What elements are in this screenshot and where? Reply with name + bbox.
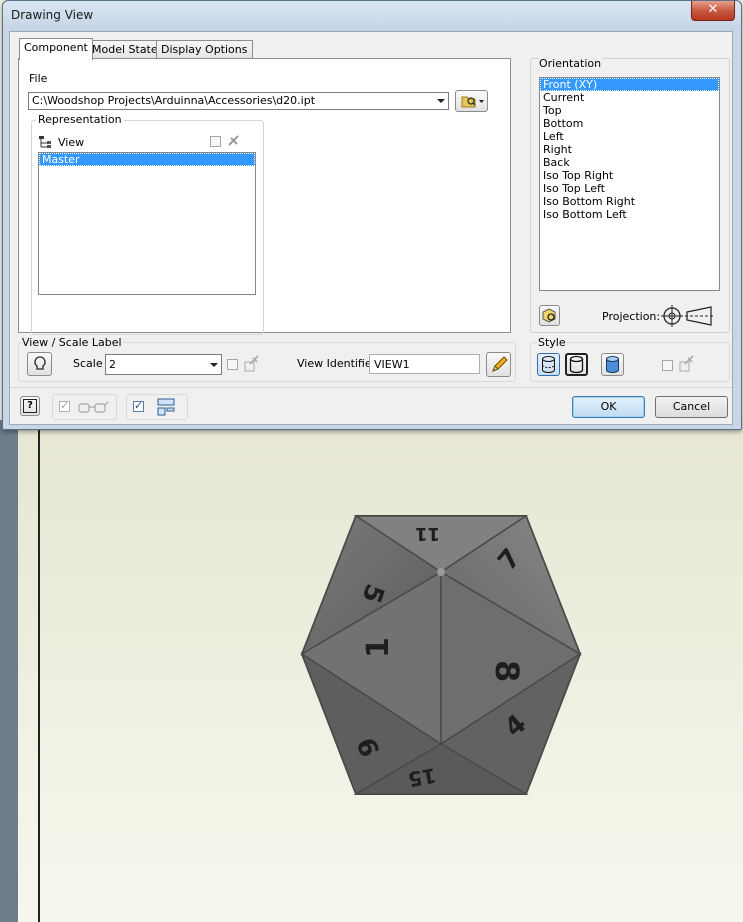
preview-checkbox[interactable] <box>59 399 70 412</box>
ok-button[interactable]: OK <box>572 396 645 418</box>
custom-view-icon <box>542 308 556 323</box>
window-title: Drawing View <box>11 8 94 22</box>
glasses-icon <box>78 401 109 413</box>
orientation-label: Orientation <box>538 57 603 70</box>
close-button[interactable]: ✕ <box>691 1 735 21</box>
file-label: File <box>29 72 48 85</box>
list-item[interactable]: Iso Bottom Right <box>540 195 719 208</box>
sheet-border-line <box>38 420 40 922</box>
list-item[interactable]: Master <box>39 153 255 166</box>
pencil-icon <box>491 356 508 372</box>
cylinder-hidden-lines-icon <box>542 356 555 373</box>
list-item[interactable]: Back <box>540 156 719 169</box>
scale-value: 2 <box>109 358 116 371</box>
view-identifier-input[interactable]: VIEW1 <box>369 354 480 374</box>
folder-search-icon <box>461 96 484 108</box>
help-button[interactable]: ? <box>20 396 40 416</box>
die-number: 8 <box>488 660 526 682</box>
projection-label: Projection: <box>602 310 661 323</box>
lightbulb-icon <box>33 356 46 370</box>
style-from-base-checkbox[interactable] <box>662 360 673 371</box>
edit-view-checkbox[interactable] <box>133 399 144 412</box>
style-hidden-lines-button[interactable] <box>537 353 560 376</box>
list-item[interactable]: Bottom <box>540 117 719 130</box>
style-hidden-lines-removed-button[interactable] <box>565 353 588 376</box>
list-item[interactable]: Left <box>540 130 719 143</box>
die-number: 15 <box>406 763 438 791</box>
d20-preview: 5 7 1 8 6 4 15 11 <box>300 514 582 796</box>
cylinder-shaded-icon <box>606 356 619 373</box>
view-identifier-label: View Identifier <box>297 357 377 370</box>
representation-label: Representation <box>36 113 124 126</box>
scale-label: Scale <box>73 357 103 370</box>
view-tree-icon <box>39 136 51 148</box>
browser-panel-edge <box>0 420 18 922</box>
preview-options-group <box>52 394 117 420</box>
scale-from-base-icon <box>244 355 259 372</box>
tab-model-state[interactable]: Model State <box>87 40 163 59</box>
view-layout-icon <box>157 398 175 416</box>
list-item[interactable]: Front (XY) <box>540 78 719 91</box>
list-item[interactable]: Current <box>540 91 719 104</box>
scale-combo[interactable]: 2 <box>105 354 222 375</box>
cylinder-outline-icon <box>569 355 584 374</box>
orientation-group: Orientation Front (XY) Current Top Botto… <box>530 57 730 333</box>
associative-link-icon <box>228 135 239 146</box>
style-group: Style <box>530 336 730 382</box>
drawing-view-dialog: Drawing View ✕ Component Model State Dis… <box>2 0 742 430</box>
associative-checkbox[interactable] <box>210 136 221 147</box>
chevron-down-icon[interactable] <box>210 363 218 367</box>
title-bar[interactable]: Drawing View ✕ <box>3 1 741 31</box>
component-tab-panel: File C:\Woodshop Projects\Arduinna\Acces… <box>18 58 511 335</box>
die-number: 11 <box>415 523 440 544</box>
style-from-base-icon <box>679 355 694 372</box>
view-representation-label: View <box>58 136 85 149</box>
file-path-combo[interactable]: C:\Woodshop Projects\Arduinna\Accessorie… <box>28 92 449 110</box>
view-identifier-value: VIEW1 <box>374 358 410 371</box>
first-angle-projection-icon[interactable] <box>661 305 713 327</box>
representation-group: Representation View Master <box>31 113 264 335</box>
list-item[interactable]: Top <box>540 104 719 117</box>
list-item[interactable]: Iso Top Right <box>540 169 719 182</box>
view-scale-group: View / Scale Label Scale 2 View Identifi… <box>18 336 516 382</box>
scale-label-visibility-button[interactable] <box>27 352 52 376</box>
custom-view-button[interactable] <box>539 305 560 326</box>
style-label: Style <box>537 336 567 349</box>
list-item[interactable]: Iso Top Left <box>540 182 719 195</box>
representation-list[interactable]: Master <box>38 152 256 295</box>
style-shaded-button[interactable] <box>601 353 624 376</box>
die-number: 1 <box>361 637 396 658</box>
view-scale-label: View / Scale Label <box>21 336 123 349</box>
dialog-client: Component Model State Display Options Fi… <box>9 31 733 425</box>
edit-options-group <box>126 394 188 420</box>
help-icon: ? <box>23 399 37 413</box>
open-file-button[interactable] <box>455 90 488 112</box>
cancel-button[interactable]: Cancel <box>655 396 728 418</box>
scale-from-base-checkbox[interactable] <box>227 359 238 370</box>
orientation-list[interactable]: Front (XY) Current Top Bottom Left Right… <box>539 77 720 291</box>
chevron-down-icon[interactable] <box>437 99 445 103</box>
tab-component[interactable]: Component <box>19 38 93 60</box>
edit-view-label-button[interactable] <box>486 352 511 377</box>
bottom-separator <box>10 387 732 388</box>
tab-display-options[interactable]: Display Options <box>156 40 253 59</box>
list-item[interactable]: Iso Bottom Left <box>540 208 719 221</box>
file-path-value: C:\Woodshop Projects\Arduinna\Accessorie… <box>32 94 316 107</box>
list-item[interactable]: Right <box>540 143 719 156</box>
